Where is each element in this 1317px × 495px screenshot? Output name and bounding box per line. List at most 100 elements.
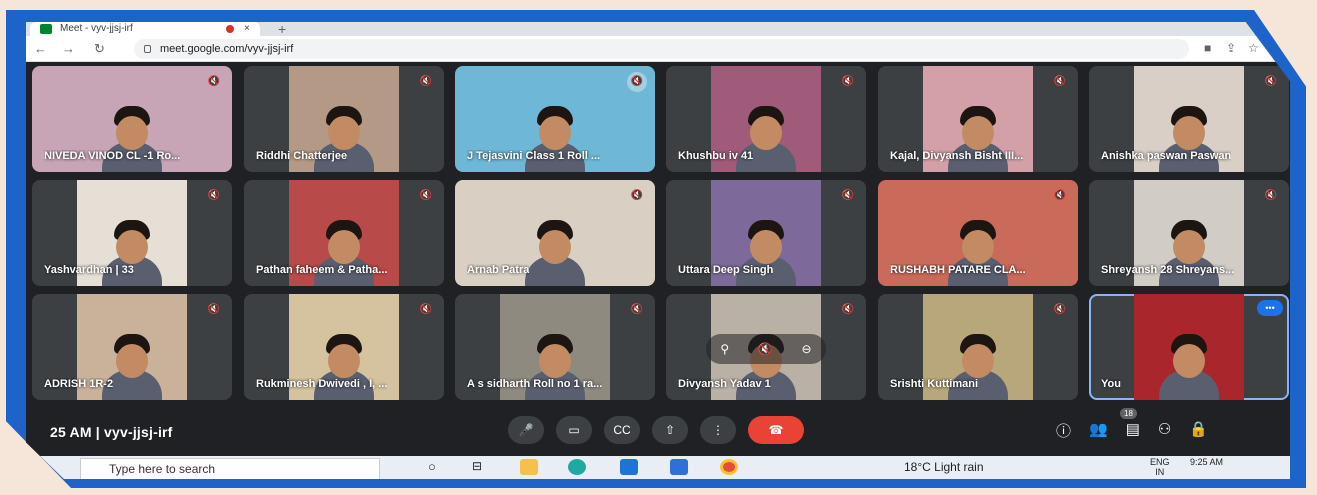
muted-mic-icon: 🔇	[419, 190, 433, 201]
participant-tile[interactable]: 🔇 Arnab Patra	[455, 180, 655, 286]
taskbar-search-field[interactable]: Type here to search	[80, 458, 380, 479]
language-region: IN	[1155, 467, 1165, 477]
participant-tile[interactable]: 🔇 ⚲ 🔇 ⊖ Divyansh Yadav 1	[666, 294, 866, 400]
participant-tile[interactable]: 🔇 Shreyansh 28 Shreyans...	[1089, 180, 1289, 286]
pin-icon[interactable]: ⚲	[720, 342, 729, 356]
right-controls: ⓘ 👥 ▤ ⚇ 🔒	[1056, 420, 1208, 441]
file-explorer-icon[interactable]	[520, 459, 538, 475]
participant-name: J Tejasvini Class 1 Roll ...	[467, 150, 601, 162]
host-controls-icon[interactable]: 🔒	[1189, 420, 1208, 441]
participant-tile[interactable]: 🔇 Pathan faheem & Patha...	[244, 180, 444, 286]
forward-arrow-icon[interactable]: →	[62, 41, 75, 56]
activities-icon[interactable]: ⚇	[1158, 420, 1171, 441]
participant-tile[interactable]: 🔇 Rukminesh Dwivedi , I, ...	[244, 294, 444, 400]
participant-tile[interactable]: 🔇 ADRISH 1R-2	[32, 294, 232, 400]
muted-mic-icon: 🔇	[841, 304, 855, 315]
meet-favicon-icon	[40, 24, 52, 34]
end-call-button[interactable]: ☎	[748, 416, 804, 444]
participant-name: Riddhi Chatterjee	[256, 150, 348, 162]
participant-figure	[102, 334, 162, 400]
participant-tile[interactable]: 🔇 NIVEDA VINOD CL -1 Ro...	[32, 66, 232, 172]
muted-mic-icon: 🔇	[1053, 76, 1067, 87]
participant-name: ADRISH 1R-2	[44, 378, 114, 390]
browser-tab[interactable]: Meet - vyv-jjsj-irf ×	[30, 22, 260, 36]
recording-dot-icon	[226, 25, 234, 33]
store-icon[interactable]	[670, 459, 688, 475]
participant-figure	[314, 106, 374, 172]
participant-figure	[1159, 106, 1219, 172]
participant-name: NIVEDA VINOD CL -1 Ro...	[44, 150, 181, 162]
camera-button[interactable]: ▭	[556, 416, 592, 444]
participant-figure	[736, 220, 796, 286]
meeting-details-icon[interactable]: ⓘ	[1056, 420, 1071, 441]
muted-mic-icon: 🔇	[207, 190, 221, 201]
windows-taskbar: Type here to search ○ ⊟ 18°C Light rain …	[26, 456, 1290, 479]
present-button[interactable]: ⇧	[652, 416, 688, 444]
chrome-icon[interactable]	[720, 459, 738, 475]
url-field[interactable]: meet.google.com/vyv-jjsj-irf	[134, 39, 1189, 59]
captions-button[interactable]: CC	[604, 416, 640, 444]
muted-mic-icon: 🔇	[207, 76, 221, 87]
muted-mic-icon: 🔇	[630, 190, 644, 201]
participant-tile[interactable]: 🔇 Khushbu iv 41	[666, 66, 866, 172]
people-icon[interactable]: 👥	[1089, 420, 1108, 441]
mute-participant-icon[interactable]: 🔇	[758, 342, 773, 356]
screen: Meet - vyv-jjsj-irf × + ← → ↻ meet.googl…	[26, 22, 1290, 479]
task-view-icon[interactable]: ⊟	[472, 459, 490, 475]
participant-name: Pathan faheem & Patha...	[256, 264, 388, 276]
participant-name: RUSHABH PATARE CLA...	[890, 264, 1026, 276]
new-tab-button[interactable]: +	[278, 22, 286, 37]
chat-icon[interactable]: ▤	[1126, 420, 1140, 441]
mail-icon[interactable]	[620, 459, 638, 475]
url-text: meet.google.com/vyv-jjsj-irf	[160, 43, 294, 55]
reload-icon[interactable]: ↻	[94, 41, 105, 57]
weather-widget[interactable]: 18°C Light rain	[904, 460, 984, 474]
participant-name: Yashvardhan | 33	[44, 264, 134, 276]
bookmark-star-icon[interactable]: ☆	[1248, 41, 1259, 55]
participant-name: Uttara Deep Singh	[678, 264, 774, 276]
back-arrow-icon[interactable]: ←	[34, 41, 47, 56]
language-indicator[interactable]: ENG IN	[1150, 457, 1170, 477]
participant-tile[interactable]: 🔇 Srishti Kuttimani	[878, 294, 1078, 400]
call-controls: 🎤 ▭ CC ⇧ ⋮ ☎	[508, 416, 804, 444]
participant-tile[interactable]: 🔇 Anishka paswan Paswan	[1089, 66, 1289, 172]
muted-mic-icon: 🔇	[419, 304, 433, 315]
microphone-button[interactable]: 🎤	[508, 416, 544, 444]
share-icon[interactable]: ⇪	[1226, 41, 1236, 55]
participant-name: Rukminesh Dwivedi , I, ...	[256, 378, 388, 390]
speaking-indicator-icon: •••	[1257, 300, 1283, 316]
remove-participant-icon[interactable]: ⊖	[802, 342, 812, 356]
address-bar-row: ← → ↻ meet.google.com/vyv-jjsj-irf ■ ⇪ ☆	[26, 36, 1290, 62]
language-label: ENG	[1150, 457, 1170, 467]
tile-hover-controls: ⚲ 🔇 ⊖	[706, 334, 826, 364]
muted-mic-icon: 🔇	[1264, 76, 1278, 87]
more-options-button[interactable]: ⋮	[700, 416, 736, 444]
lock-icon	[144, 45, 151, 53]
muted-mic-icon: 🔇	[1053, 304, 1067, 315]
participant-tile[interactable]: 🔇 Uttara Deep Singh	[666, 180, 866, 286]
cortana-icon[interactable]: ○	[428, 459, 446, 475]
participant-tile[interactable]: 🔇 J Tejasvini Class 1 Roll ...	[455, 66, 655, 172]
participant-figure	[948, 334, 1008, 400]
tab-title: Meet - vyv-jjsj-irf	[60, 23, 133, 34]
participant-figure	[525, 106, 585, 172]
taskbar-clock[interactable]: 9:25 AM	[1190, 457, 1223, 467]
muted-mic-icon: 🔇	[841, 190, 855, 201]
clock-time: 9:25 AM	[1190, 457, 1224, 467]
participant-figure	[525, 334, 585, 400]
camera-icon[interactable]: ■	[1204, 41, 1211, 55]
close-tab-icon[interactable]: ×	[244, 22, 250, 36]
participant-tile[interactable]: 🔇 RUSHABH PATARE CLA...	[878, 180, 1078, 286]
participant-tile[interactable]: 🔇 A s sidharth Roll no 1 ra...	[455, 294, 655, 400]
participant-name: Srishti Kuttimani	[890, 378, 979, 390]
participant-name: Khushbu iv 41	[678, 150, 754, 162]
meet-bottom-bar: 25 AM | vyv-jjsj-irf 🎤 ▭ CC ⇧ ⋮ ☎ 18 ⓘ 👥…	[26, 408, 1290, 450]
participant-name: Shreyansh 28 Shreyans...	[1101, 264, 1235, 276]
participant-video	[1134, 294, 1244, 400]
participant-tile[interactable]: 🔇 Yashvardhan | 33	[32, 180, 232, 286]
participant-tile[interactable]: 🔇 Kajal, Divyansh Bisht III...	[878, 66, 1078, 172]
participant-tile[interactable]: 🔇 Riddhi Chatterjee	[244, 66, 444, 172]
muted-mic-icon: 🔇	[630, 304, 644, 315]
participant-tile[interactable]: ••• You	[1089, 294, 1289, 400]
edge-icon[interactable]	[568, 459, 586, 475]
